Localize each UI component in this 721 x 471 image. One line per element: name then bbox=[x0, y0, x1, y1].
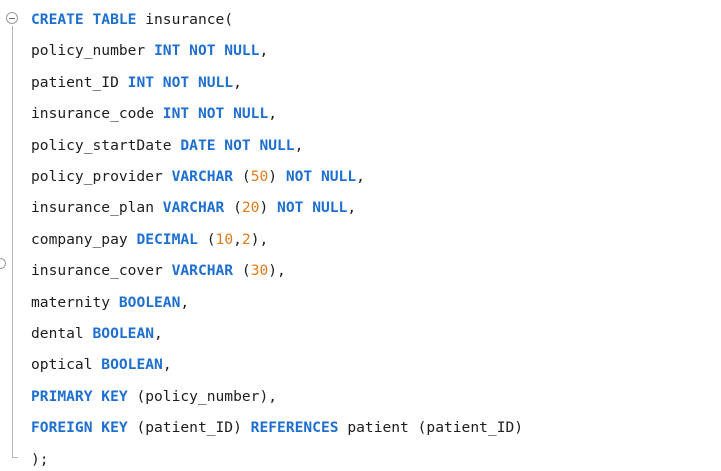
sql-keyword: DATE NOT NULL bbox=[180, 136, 295, 154]
sql-identifier: insurance_code bbox=[31, 105, 163, 123]
code-line[interactable]: FOREIGN KEY (patient_ID) REFERENCES pati… bbox=[31, 417, 523, 439]
sql-identifier: (patient_ID) bbox=[127, 419, 251, 437]
sql-identifier: , bbox=[180, 293, 190, 311]
sql-editor[interactable]: CREATE TABLE insurance( policy_number INT… bbox=[0, 0, 721, 469]
sql-identifier: insurance_plan bbox=[31, 199, 163, 217]
code-line[interactable]: policy_startDate DATE NOT NULL, bbox=[31, 135, 303, 157]
sql-keyword: VARCHAR bbox=[171, 262, 234, 280]
sql-identifier: policy_number bbox=[31, 42, 155, 60]
fold-guide-end bbox=[12, 457, 18, 458]
sql-keyword: NOT NULL bbox=[277, 199, 348, 217]
sql-keyword: INT NOT NULL bbox=[162, 105, 269, 123]
sql-identifier: optical bbox=[31, 356, 102, 374]
sql-keyword: PRIMARY KEY bbox=[31, 387, 128, 405]
sql-identifier: insurance( bbox=[145, 11, 234, 28]
code-line[interactable]: policy_provider VARCHAR (50) NOT NULL, bbox=[31, 166, 365, 188]
sql-identifier: ), bbox=[250, 230, 269, 248]
collapse-minus-icon[interactable] bbox=[6, 12, 18, 24]
sql-identifier: insurance_cover bbox=[31, 262, 172, 280]
sql-identifier: , bbox=[259, 42, 269, 60]
sql-identifier: ); bbox=[31, 450, 49, 468]
code-line[interactable]: insurance_plan VARCHAR (20) NOT NULL, bbox=[31, 197, 356, 219]
sql-number: 20 bbox=[241, 199, 260, 217]
sql-identifier: dental bbox=[31, 325, 93, 342]
sql-identifier: , bbox=[233, 73, 242, 91]
sql-identifier: ( bbox=[233, 262, 251, 280]
sql-keyword: NOT NULL bbox=[285, 168, 357, 185]
sql-identifier: ) bbox=[259, 199, 278, 217]
sql-identifier: ( bbox=[233, 168, 251, 185]
sql-identifier: patient_ID bbox=[31, 73, 128, 91]
code-line[interactable]: dental BOOLEAN, bbox=[31, 323, 163, 345]
fold-guide-line bbox=[12, 26, 13, 458]
sql-keyword: FOREIGN KEY bbox=[31, 419, 128, 437]
sql-number: 2 bbox=[241, 230, 251, 248]
sql-keyword: BOOLEAN bbox=[101, 356, 163, 374]
fold-gutter bbox=[0, 0, 26, 469]
sql-identifier: ) bbox=[268, 168, 286, 185]
sql-keyword: INT NOT NULL bbox=[154, 42, 260, 60]
code-line[interactable]: company_pay DECIMAL (10,2), bbox=[31, 229, 268, 251]
code-line[interactable]: PRIMARY KEY (policy_number), bbox=[31, 386, 277, 408]
code-line[interactable]: insurance_code INT NOT NULL, bbox=[31, 103, 277, 125]
sql-identifier: (policy_number), bbox=[127, 387, 278, 405]
sql-number: 10 bbox=[215, 230, 234, 248]
sql-identifier: ( bbox=[224, 199, 242, 217]
sql-identifier: , bbox=[162, 356, 172, 374]
sql-identifier: policy_startDate bbox=[31, 136, 181, 154]
sql-keyword: INT NOT NULL bbox=[127, 73, 234, 91]
sql-identifier: maternity bbox=[31, 293, 119, 311]
sql-identifier: policy_provider bbox=[31, 168, 172, 185]
code-line[interactable]: insurance_cover VARCHAR (30), bbox=[31, 260, 286, 282]
sql-identifier: patient (patient_ID) bbox=[338, 419, 524, 437]
sql-identifier: , bbox=[154, 325, 163, 342]
sql-keyword: REFERENCES bbox=[250, 419, 339, 437]
sql-keyword: CREATE TABLE bbox=[31, 11, 146, 28]
sql-identifier: ( bbox=[197, 230, 216, 248]
code-line[interactable]: CREATE TABLE insurance( bbox=[31, 9, 233, 31]
sql-number: 30 bbox=[250, 262, 269, 280]
sql-identifier: ), bbox=[268, 262, 286, 280]
sql-identifier: , bbox=[356, 168, 365, 185]
sql-identifier: company_pay bbox=[31, 230, 137, 248]
code-line[interactable]: optical BOOLEAN, bbox=[31, 354, 172, 376]
sql-keyword: BOOLEAN bbox=[118, 293, 181, 311]
code-line[interactable]: policy_number INT NOT NULL, bbox=[31, 40, 268, 62]
sql-number: 50 bbox=[250, 168, 269, 185]
sql-identifier: , bbox=[294, 136, 304, 154]
sql-keyword: VARCHAR bbox=[171, 168, 234, 185]
sql-keyword: BOOLEAN bbox=[92, 325, 155, 342]
code-line[interactable]: patient_ID INT NOT NULL, bbox=[31, 72, 242, 94]
sql-keyword: DECIMAL bbox=[136, 230, 198, 248]
sql-identifier: , bbox=[233, 230, 242, 248]
code-line[interactable]: ); bbox=[31, 449, 49, 471]
code-line[interactable]: maternity BOOLEAN, bbox=[31, 292, 189, 314]
sql-identifier: , bbox=[347, 199, 357, 217]
sql-identifier: , bbox=[268, 105, 278, 123]
sql-keyword: VARCHAR bbox=[162, 199, 225, 217]
